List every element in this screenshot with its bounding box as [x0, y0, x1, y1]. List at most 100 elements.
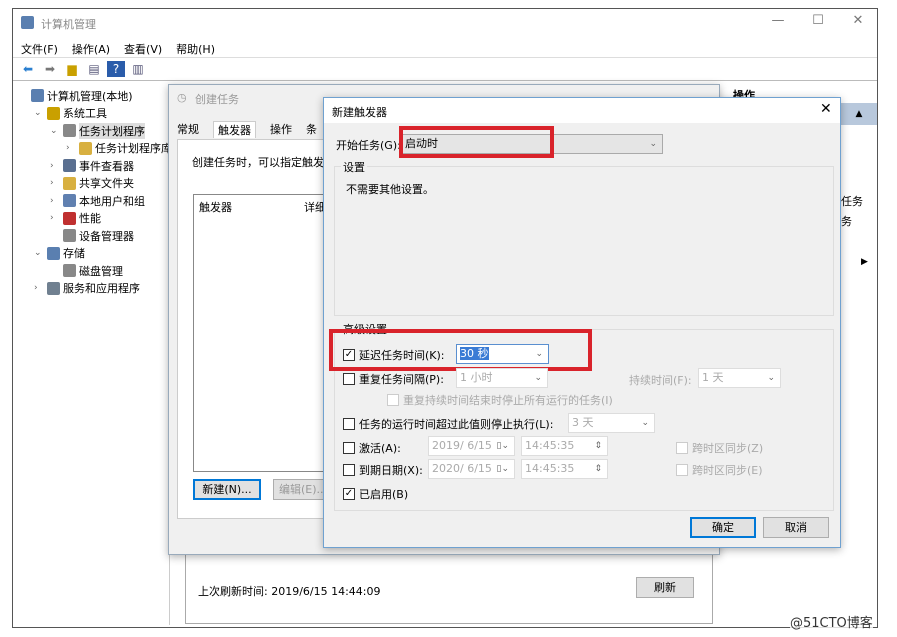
- duration-select[interactable]: 1 天 ⌄: [698, 368, 781, 388]
- stop-after-select[interactable]: 3 天 ⌄: [568, 413, 655, 433]
- repeat-checkbox[interactable]: [343, 373, 355, 385]
- tree-item[interactable]: 磁盘管理: [50, 262, 123, 279]
- tab-bar: 常规 触发器 操作 条: [177, 121, 317, 138]
- back-arrow-icon[interactable]: ⬅: [19, 61, 37, 77]
- tree-item[interactable]: ⌄ 存储: [34, 245, 85, 262]
- tree-item[interactable]: › 共享文件夹: [50, 175, 134, 192]
- tree-node-icon: [63, 211, 76, 225]
- tree-item[interactable]: 计算机管理(本地): [18, 87, 133, 104]
- activate-sync-label: 跨时区同步(Z): [692, 442, 764, 455]
- tree-item[interactable]: › 性能: [50, 210, 101, 227]
- stop-all-row: 重复持续时间结束时停止所有运行的任务(I): [387, 392, 613, 408]
- expire-time-spinner[interactable]: 14:45:35 ⇕: [521, 459, 608, 479]
- tree-item-label: 存储: [63, 247, 85, 260]
- refresh-button[interactable]: 刷新: [636, 577, 694, 598]
- tab-general[interactable]: 常规: [177, 121, 199, 138]
- tab-conditions[interactable]: 条: [306, 121, 317, 138]
- chevron-down-icon: ⌄: [767, 373, 775, 383]
- chevron-icon[interactable]: ›: [50, 161, 60, 171]
- tree-node-icon: [63, 264, 76, 277]
- chevron-icon[interactable]: ›: [50, 213, 60, 223]
- duration-value: 1 天: [702, 371, 724, 384]
- create-task-title: 创建任务: [195, 93, 239, 106]
- chevron-down-icon: ⌄: [641, 418, 649, 428]
- dialog-close-button[interactable]: ✕: [820, 101, 832, 117]
- column-trigger[interactable]: 触发器: [199, 199, 232, 215]
- menu-help[interactable]: 帮助(H): [176, 41, 215, 57]
- enabled-checkbox[interactable]: ✓: [343, 488, 355, 500]
- tab-actions[interactable]: 操作: [270, 121, 292, 138]
- highlight-box: [329, 329, 592, 371]
- menu-file[interactable]: 文件(F): [21, 41, 58, 57]
- triggers-list[interactable]: 触发器 详细: [193, 194, 333, 472]
- tree-item[interactable]: 设备管理器: [50, 227, 134, 244]
- triggers-description: 创建任务时，可以指定触发该: [192, 156, 335, 169]
- chevron-down-icon: ⌄: [649, 139, 657, 149]
- expire-sync-checkbox[interactable]: [676, 464, 688, 476]
- help-icon[interactable]: ?: [107, 61, 125, 77]
- cancel-button[interactable]: 取消: [763, 517, 829, 538]
- chevron-icon[interactable]: ⌄: [34, 248, 44, 258]
- ok-button[interactable]: 确定: [690, 517, 756, 538]
- tree-item-label: 任务计划程序库: [95, 142, 172, 155]
- tree-item-label: 本地用户和组: [79, 194, 145, 208]
- tab-triggers[interactable]: 触发器: [213, 121, 256, 138]
- activate-date: 2019/ 6/15: [432, 439, 492, 452]
- duration-label: 持续时间(F):: [629, 374, 692, 387]
- tree-item[interactable]: › 任务计划程序库: [66, 140, 172, 157]
- actions-item[interactable]: 务: [841, 213, 852, 229]
- tree-item[interactable]: › 事件查看器: [50, 157, 134, 174]
- expire-checkbox[interactable]: [343, 464, 355, 476]
- actions-item[interactable]: 任务: [841, 193, 863, 209]
- clock-icon: ◷: [177, 91, 187, 104]
- chevron-icon[interactable]: ⌄: [34, 108, 44, 118]
- chevron-down-icon: ⌄: [534, 373, 542, 383]
- chevron-icon[interactable]: ›: [50, 196, 60, 206]
- repeat-select[interactable]: 1 小时 ⌄: [456, 368, 548, 388]
- computer-management-icon: [21, 16, 34, 29]
- up-folder-icon[interactable]: ▆: [63, 61, 81, 77]
- tree-item[interactable]: › 本地用户和组: [50, 192, 145, 209]
- enabled-label: 已启用(B): [359, 488, 409, 501]
- tree-node-icon: [47, 246, 60, 260]
- begin-task-label: 开始任务(G):: [336, 139, 401, 152]
- show-hide-action-pane-icon[interactable]: ▥: [129, 61, 147, 77]
- chevron-icon[interactable]: ⌄: [50, 126, 60, 136]
- tree-node-icon: [63, 159, 76, 172]
- tree-node-icon: [47, 106, 60, 120]
- activate-time-spinner[interactable]: 14:45:35 ⇕: [521, 436, 608, 456]
- stop-after-label: 任务的运行时间超过此值则停止执行(L):: [359, 418, 554, 431]
- expire-sync-row: 跨时区同步(E): [676, 462, 763, 478]
- collapse-up-icon[interactable]: ▲: [841, 103, 877, 125]
- stop-all-checkbox[interactable]: [387, 394, 399, 406]
- expand-right-icon[interactable]: ▶: [861, 257, 868, 267]
- tree-item[interactable]: ⌄ 系统工具: [34, 105, 107, 122]
- maximize-button[interactable]: ☐: [803, 13, 833, 33]
- tree-item[interactable]: ⌄ 任务计划程序: [50, 122, 145, 139]
- expire-date-picker[interactable]: 2020/ 6/15 ▯⌄: [428, 459, 515, 479]
- chevron-icon[interactable]: ›: [66, 143, 76, 153]
- toolbar: ⬅ ➡ ▆ ▤ ? ▥: [13, 57, 877, 81]
- activate-sync-row: 跨时区同步(Z): [676, 440, 763, 456]
- activate-sync-checkbox[interactable]: [676, 442, 688, 454]
- expire-time: 14:45:35: [525, 462, 575, 475]
- new-trigger-button[interactable]: 新建(N)...: [193, 479, 261, 500]
- tree-node-icon: [47, 281, 60, 295]
- stop-after-checkbox[interactable]: [343, 418, 355, 430]
- activate-date-picker[interactable]: 2019/ 6/15 ▯⌄: [428, 436, 515, 456]
- chevron-icon[interactable]: ›: [50, 178, 60, 188]
- activate-row: 激活(A):: [343, 440, 401, 456]
- close-button[interactable]: ✕: [843, 13, 873, 33]
- activate-time: 14:45:35: [525, 439, 575, 452]
- tree-node-icon: [31, 89, 44, 102]
- minimize-button[interactable]: —: [763, 13, 793, 33]
- tree-item[interactable]: › 服务和应用程序: [34, 280, 140, 297]
- chevron-icon[interactable]: ›: [34, 283, 44, 293]
- forward-arrow-icon[interactable]: ➡: [41, 61, 59, 77]
- menu-view[interactable]: 查看(V): [124, 41, 162, 57]
- expire-date: 2020/ 6/15: [432, 462, 492, 475]
- show-hide-tree-icon[interactable]: ▤: [85, 61, 103, 77]
- expire-row: 到期日期(X):: [343, 462, 423, 478]
- activate-checkbox[interactable]: [343, 442, 355, 454]
- menu-action[interactable]: 操作(A): [72, 41, 110, 57]
